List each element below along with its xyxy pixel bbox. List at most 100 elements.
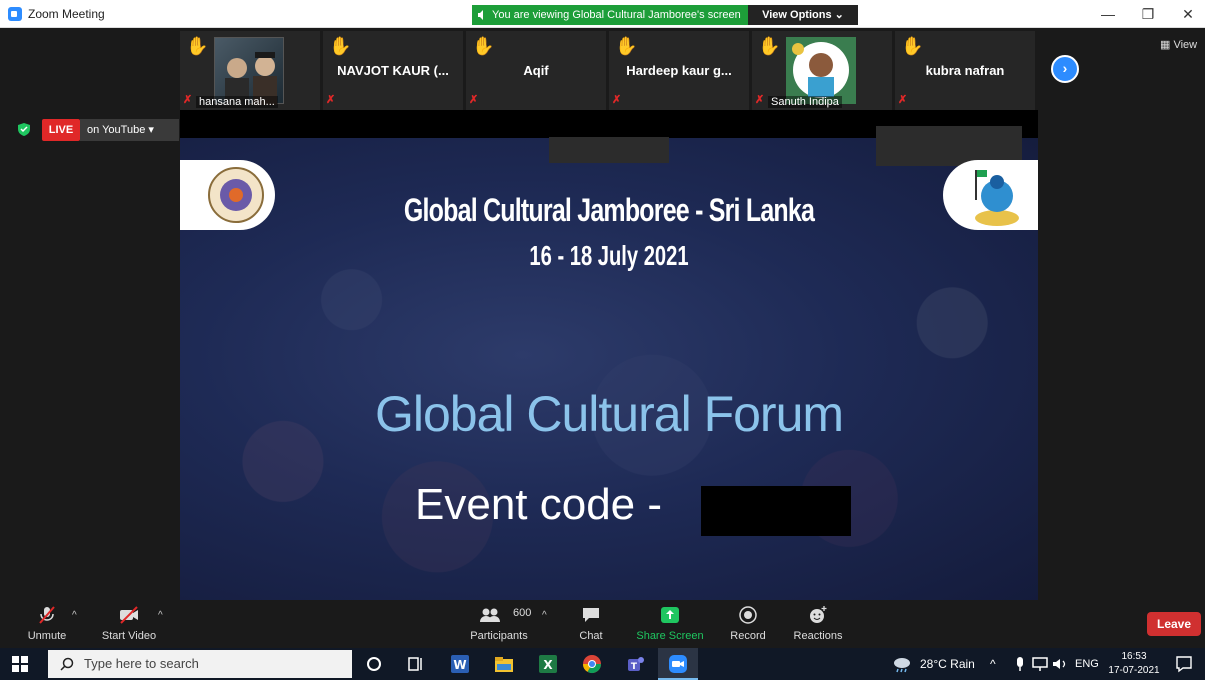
- slide-title: Global Cultural Jamboree - Sri Lanka: [403, 192, 815, 228]
- taskbar-search-box[interactable]: Type here to search: [48, 650, 352, 678]
- chat-button[interactable]: Chat: [566, 600, 616, 648]
- emblem-icon: [208, 167, 264, 223]
- record-icon: [739, 606, 757, 624]
- taskbar-clock[interactable]: 16:53 17-07-2021: [1104, 650, 1164, 678]
- slide-forum-title: Global Cultural Forum: [374, 386, 844, 442]
- view-button[interactable]: ▦ View: [1160, 38, 1197, 51]
- participant-tile[interactable]: ✋ Aqif ✗: [466, 31, 606, 110]
- redacted-event-code: [701, 486, 851, 536]
- left-logo: [180, 160, 275, 230]
- reactions-button[interactable]: Reactions: [792, 600, 844, 648]
- record-button[interactable]: Record: [726, 600, 770, 648]
- avatar-photo-icon: [225, 52, 277, 105]
- participant-name: Hardeep kaur g...: [626, 63, 732, 78]
- participant-tile[interactable]: ✋ Hardeep kaur g... ✗: [609, 31, 749, 110]
- speaker-icon: [478, 10, 483, 20]
- volume-icon[interactable]: [1050, 654, 1070, 674]
- muted-mic-icon: ✗: [326, 94, 336, 106]
- video-off-icon: [120, 606, 138, 624]
- share-screen-button[interactable]: Share Screen: [636, 600, 704, 648]
- avatar-photo-icon: [792, 42, 849, 98]
- participants-icon: [480, 608, 500, 622]
- zoom-icon: [669, 655, 687, 673]
- excel-icon[interactable]: X: [538, 654, 558, 674]
- chrome-icon[interactable]: [582, 654, 602, 674]
- leave-button[interactable]: Leave: [1147, 612, 1201, 636]
- chat-label: Chat: [579, 630, 603, 642]
- participant-tile[interactable]: ✋ kubra nafran ✗: [895, 31, 1035, 110]
- screen-share-banner: You are viewing Global Cultural Jamboree…: [472, 5, 748, 25]
- participant-avatar: [214, 37, 284, 105]
- participants-button[interactable]: 600 Participants: [468, 600, 531, 648]
- raised-hand-icon: ✋: [472, 36, 495, 56]
- svg-text:T: T: [631, 662, 638, 672]
- slide-dates: 16 - 18 July 2021: [529, 240, 689, 271]
- right-logo: [943, 160, 1038, 230]
- windows-start-icon[interactable]: [12, 656, 28, 672]
- participant-tile[interactable]: ✋ NAVJOT KAUR (... ✗: [323, 31, 463, 110]
- muted-mic-icon: ✗: [469, 94, 479, 106]
- next-page-button[interactable]: ›: [1051, 55, 1079, 83]
- muted-mic-icon: ✗: [898, 94, 908, 106]
- redacted-area: [549, 137, 669, 163]
- muted-mic-icon: ✗: [183, 94, 193, 106]
- shared-screen: Global Cultural Jamboree - Sri Lanka 16 …: [180, 110, 1038, 600]
- raised-hand-icon: ✋: [329, 36, 352, 56]
- shield-icon: [18, 123, 30, 136]
- participant-tile[interactable]: ✋ ✗ hansana mah...: [180, 31, 320, 110]
- slide-event-code-label: Event code -: [415, 480, 663, 529]
- video-options-chevron-icon[interactable]: ^: [158, 610, 163, 621]
- cortana-icon[interactable]: [364, 654, 384, 674]
- participant-name: NAVJOT KAUR (...: [337, 63, 449, 78]
- muted-mic-icon: ✗: [755, 94, 765, 106]
- muted-mic-icon: [39, 606, 55, 624]
- start-video-label: Start Video: [101, 630, 157, 642]
- raised-hand-icon: ✋: [186, 36, 209, 56]
- search-placeholder: Type here to search: [84, 656, 199, 671]
- svg-text:W: W: [453, 658, 466, 672]
- search-icon: [60, 657, 74, 671]
- chat-icon: [583, 608, 599, 622]
- meeting-toolbar: Unmute ^ Start Video ^ 600 Participants …: [0, 600, 1205, 648]
- weather-rain-icon[interactable]: [892, 654, 912, 674]
- zoom-taskbar-button[interactable]: [658, 648, 698, 680]
- window-title: Zoom Meeting: [28, 7, 105, 21]
- participants-chevron-icon[interactable]: ^: [542, 610, 547, 621]
- share-screen-icon: [661, 607, 679, 623]
- participant-avatar: [786, 37, 856, 104]
- weather-text[interactable]: 28°C Rain: [920, 648, 975, 680]
- show-hidden-icons-chevron-icon[interactable]: ^: [990, 648, 996, 680]
- network-icon[interactable]: [1030, 654, 1050, 674]
- restore-icon[interactable]: ❐: [1138, 4, 1158, 24]
- language-indicator[interactable]: ENG: [1075, 648, 1099, 680]
- microphone-icon[interactable]: [1010, 654, 1030, 674]
- teams-icon[interactable]: T: [626, 654, 646, 674]
- reactions-icon: [810, 606, 827, 623]
- file-explorer-icon[interactable]: [494, 654, 514, 674]
- title-bar: Zoom Meeting You are viewing Global Cult…: [0, 0, 1205, 28]
- reactions-label: Reactions: [793, 630, 843, 642]
- banner-text: You are viewing Global Cultural Jamboree…: [492, 9, 741, 21]
- live-platform-dropdown[interactable]: on YouTube ▾: [80, 119, 179, 141]
- raised-hand-icon: ✋: [758, 36, 781, 56]
- clock-date: 17-07-2021: [1108, 665, 1160, 676]
- close-icon[interactable]: ✕: [1178, 4, 1198, 24]
- audio-options-chevron-icon[interactable]: ^: [72, 610, 77, 621]
- participant-name: kubra nafran: [925, 63, 1005, 78]
- peacock-icon: [975, 170, 1019, 226]
- start-video-button[interactable]: Start Video: [100, 600, 158, 648]
- view-options-button[interactable]: View Options ⌄: [748, 5, 858, 25]
- unmute-button[interactable]: Unmute: [22, 600, 72, 648]
- participants-label: Participants: [470, 630, 528, 642]
- muted-mic-icon: ✗: [612, 94, 622, 106]
- minimize-icon[interactable]: —: [1098, 4, 1118, 24]
- raised-hand-icon: ✋: [901, 36, 924, 56]
- participant-tile[interactable]: ✋ ✗ Sanuth Indipa: [752, 31, 892, 110]
- raised-hand-icon: ✋: [615, 36, 638, 56]
- live-platform-label: on YouTube: [87, 124, 146, 136]
- participant-caption: hansana mah...: [196, 96, 278, 108]
- notifications-icon[interactable]: [1174, 654, 1194, 674]
- word-icon[interactable]: W: [450, 654, 470, 674]
- windows-taskbar: Type here to search W X T 28°C Rain ^ EN…: [0, 648, 1205, 680]
- task-view-icon[interactable]: [406, 654, 426, 674]
